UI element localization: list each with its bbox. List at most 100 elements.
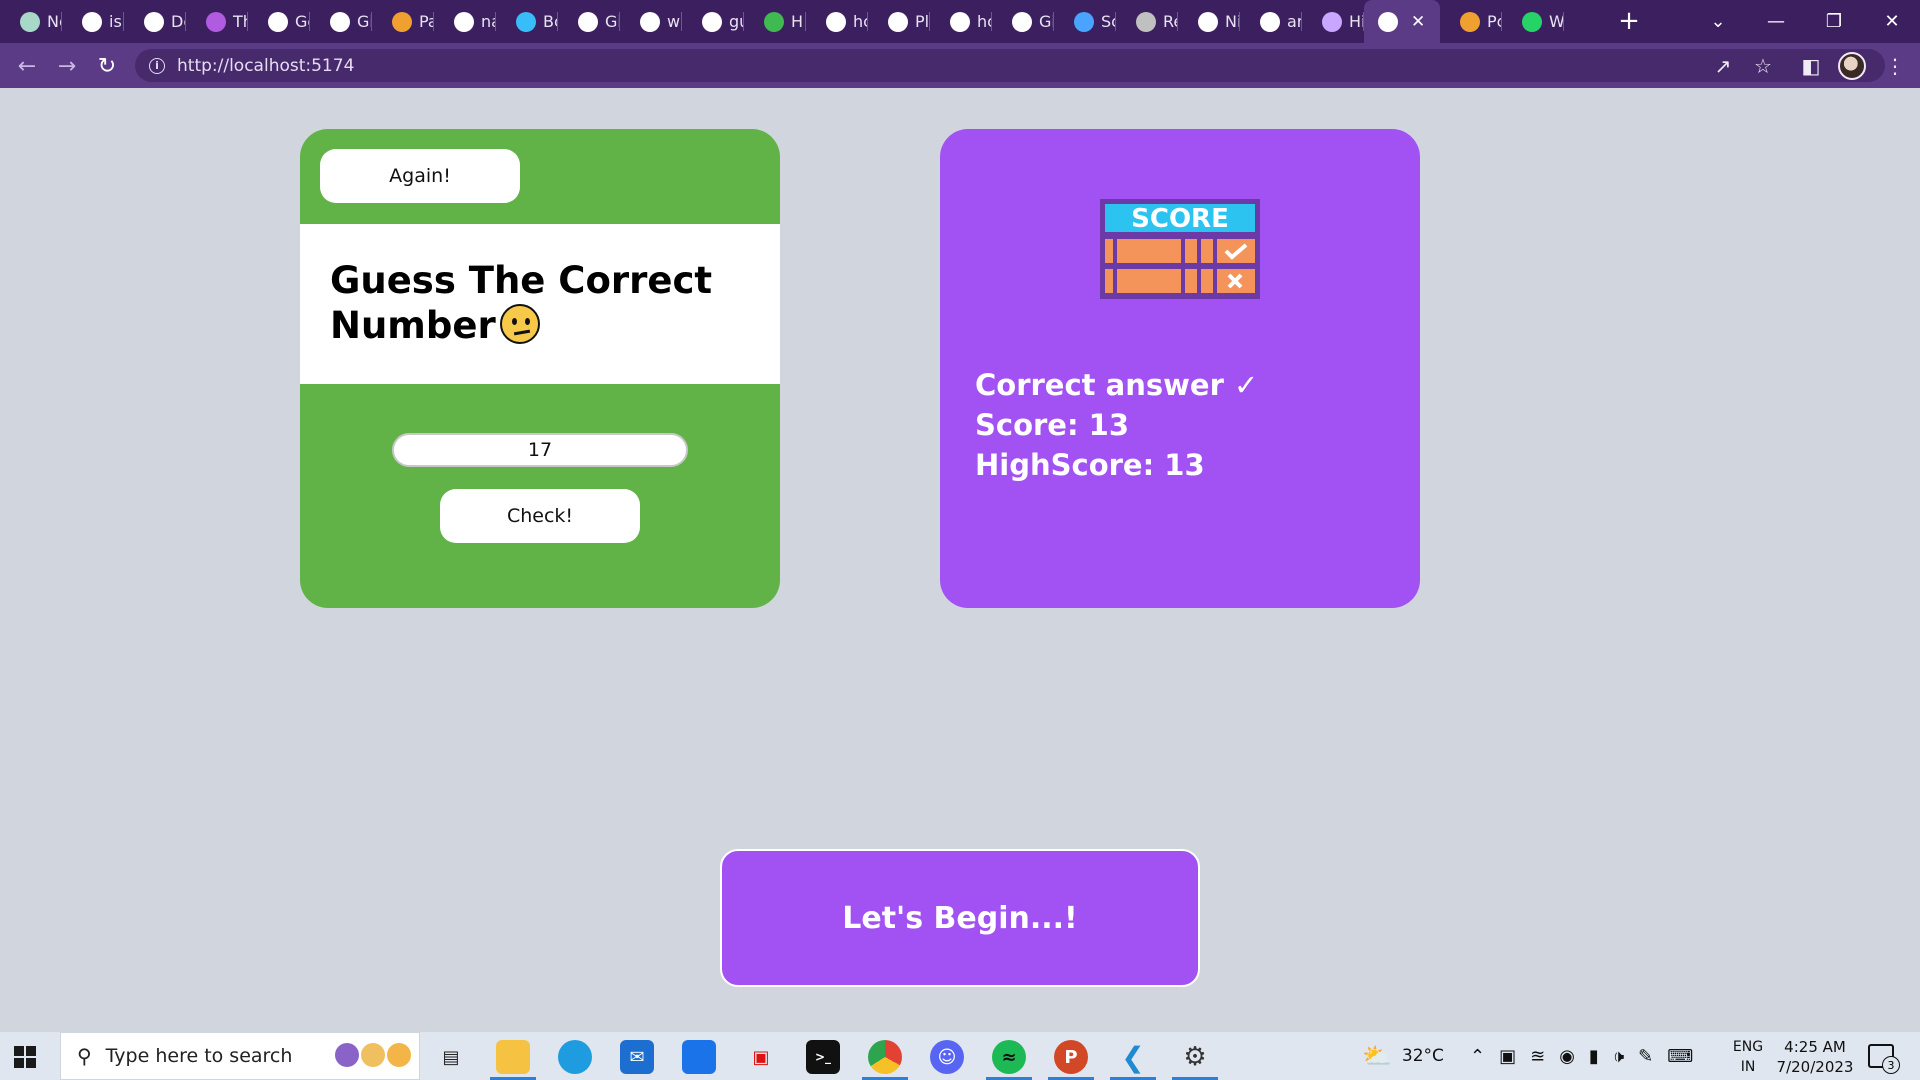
address-toolbar: ← → ↻ i http://localhost:5174 ↗ ☆ ◧ ⋮: [0, 43, 1920, 88]
guess-input[interactable]: [392, 433, 688, 467]
browser-tab[interactable]: Dc: [124, 0, 186, 43]
tab-label: Hi: [1349, 12, 1364, 31]
reload-icon[interactable]: ↻: [92, 51, 122, 81]
menu-kebab-icon[interactable]: ⋮: [1880, 51, 1910, 81]
zoho-icon: [392, 11, 412, 32]
browser-tab[interactable]: na: [434, 0, 496, 43]
browser-tab[interactable]: ar: [1240, 0, 1302, 43]
system-tray: ⌃ ▣ ≊ ◉ ▮ 🕩 ✎ ⌨: [1470, 1032, 1693, 1080]
spotify-icon[interactable]: ≈: [992, 1040, 1026, 1074]
clock[interactable]: 4:25 AM 7/20/2023: [1770, 1037, 1860, 1077]
browser-tab[interactable]: gu: [682, 0, 744, 43]
stats-panel: Correct answer ✓ Score: 13 HighScore: 13: [975, 365, 1258, 485]
browser-tab[interactable]: Re: [1116, 0, 1178, 43]
share-icon[interactable]: ↗: [1708, 51, 1738, 81]
google-icon: [640, 11, 660, 32]
browser-tab[interactable]: hc: [806, 0, 868, 43]
tab-label: ar: [1287, 12, 1302, 31]
browser-tab[interactable]: Pa: [372, 0, 434, 43]
side-panel-icon[interactable]: ◧: [1796, 51, 1826, 81]
pen-icon[interactable]: ✎: [1638, 1046, 1653, 1067]
browser-tab[interactable]: Bc: [496, 0, 558, 43]
codepen-icon: [888, 11, 908, 32]
tailwind-icon: [516, 11, 536, 32]
restore-button[interactable]: ❐: [1810, 0, 1858, 43]
thinking-face-icon: [499, 304, 540, 344]
score-card: SCORE Correct answer ✓ Score: 13 HighSco…: [940, 129, 1420, 608]
browser-tab[interactable]: hc: [930, 0, 992, 43]
bookmark-star-icon[interactable]: ☆: [1748, 51, 1778, 81]
taskbar-search-input[interactable]: ⚲ Type here to search: [60, 1032, 420, 1080]
terminal-icon[interactable]: >_: [806, 1040, 840, 1074]
browser-tab[interactable]: Ni: [1178, 0, 1240, 43]
score-value: Score: 13: [975, 408, 1130, 442]
web-icon: [1198, 11, 1218, 32]
address-input[interactable]: i http://localhost:5174: [135, 49, 1885, 82]
vscode-icon[interactable]: ❮: [1116, 1040, 1150, 1074]
chrome-icon[interactable]: [868, 1040, 902, 1074]
store-icon[interactable]: [682, 1040, 716, 1074]
browser-tab[interactable]: Hi: [1302, 0, 1364, 43]
browser-tab[interactable]: Gi: [558, 0, 620, 43]
wifi-icon[interactable]: ≊: [1530, 1046, 1545, 1067]
browser-tab[interactable]: W: [1502, 0, 1564, 43]
language-indicator[interactable]: ENG IN: [1730, 1037, 1766, 1077]
browser-tab[interactable]: is: [62, 0, 124, 43]
settings-gear-icon[interactable]: ⚙: [1178, 1040, 1212, 1074]
begin-button[interactable]: Let's Begin...!: [720, 849, 1200, 987]
browser-tab[interactable]: Th: [186, 0, 248, 43]
google-icon: [826, 11, 846, 32]
browser-tab[interactable]: wi: [620, 0, 682, 43]
browser-tab[interactable]: Pc: [1440, 0, 1502, 43]
powerpoint-icon[interactable]: P: [1054, 1040, 1088, 1074]
browser-tab[interactable]: Gi: [992, 0, 1054, 43]
clock-date: 7/20/2023: [1776, 1058, 1854, 1076]
language-region: IN: [1740, 1059, 1756, 1075]
weather-sun-icon: ⛅: [1362, 1042, 1392, 1070]
discord-icon[interactable]: ☺: [930, 1040, 964, 1074]
notification-count: 3: [1882, 1056, 1900, 1074]
minimize-button[interactable]: —: [1752, 0, 1800, 43]
close-window-button[interactable]: ✕: [1868, 0, 1916, 43]
browser-tab[interactable]: Gi: [310, 0, 372, 43]
new-tab-button[interactable]: +: [1614, 8, 1644, 34]
weather-widget[interactable]: ⛅ 32°C: [1362, 1032, 1444, 1080]
windows-start-icon[interactable]: [14, 1046, 36, 1068]
task-view-icon[interactable]: ▤: [434, 1040, 468, 1074]
browser-tab[interactable]: Pl: [868, 0, 930, 43]
camera-icon[interactable]: ◉: [1559, 1046, 1575, 1067]
browser-tab[interactable]: Ne: [0, 0, 62, 43]
again-button[interactable]: Again!: [320, 149, 520, 203]
edge-icon[interactable]: [558, 1040, 592, 1074]
browser-tab[interactable]: ✕: [1364, 0, 1440, 43]
web-icon: [330, 11, 350, 32]
battery-icon[interactable]: ▮: [1589, 1046, 1599, 1067]
mail-icon[interactable]: ✉: [620, 1040, 654, 1074]
browser-tab[interactable]: H: [744, 0, 806, 43]
show-hidden-icons-icon[interactable]: ⌃: [1470, 1046, 1485, 1067]
gift-app-icon[interactable]: ▣: [744, 1040, 778, 1074]
tab-label: Gi: [357, 12, 372, 31]
tab-label: Pa: [419, 12, 434, 31]
profile-avatar[interactable]: [1838, 52, 1866, 80]
taskbar: ⚲ Type here to search ▤ ✉ ▣ >_ ☺ ≈ P ❮ ⚙…: [0, 1032, 1920, 1080]
layers-icon: [1136, 11, 1156, 32]
notification-center-icon[interactable]: 3: [1868, 1044, 1900, 1074]
u-icon: [206, 11, 226, 32]
search-placeholder: Type here to search: [105, 1045, 293, 1067]
file-explorer-icon[interactable]: [496, 1040, 530, 1074]
tab-search-icon[interactable]: ⌄: [1694, 0, 1742, 43]
forward-icon[interactable]: →: [52, 51, 82, 81]
browser-tab[interactable]: Sc: [1054, 0, 1116, 43]
keyboard-icon[interactable]: ⌨: [1667, 1046, 1693, 1067]
tab-label: Sc: [1101, 12, 1116, 31]
back-icon[interactable]: ←: [12, 51, 42, 81]
meet-now-icon[interactable]: ▣: [1499, 1046, 1516, 1067]
volume-icon[interactable]: 🕩: [1613, 1046, 1624, 1067]
browser-tab[interactable]: Gc: [248, 0, 310, 43]
tab-label: Pl: [915, 12, 930, 31]
weather-temp: 32°C: [1401, 1046, 1444, 1066]
close-tab-icon[interactable]: ✕: [1411, 12, 1425, 32]
site-info-icon[interactable]: i: [149, 57, 165, 74]
check-button[interactable]: Check!: [440, 489, 640, 543]
